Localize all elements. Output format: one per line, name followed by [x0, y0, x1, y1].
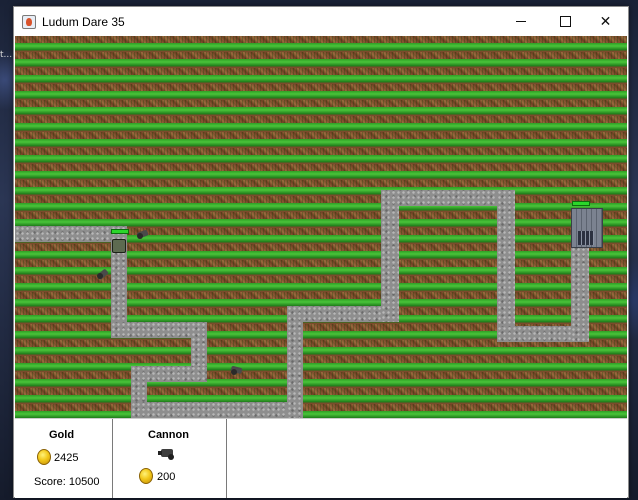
- cannon-shop-button[interactable]: Cannon 200: [113, 419, 227, 498]
- gold-panel: Gold 2425 Score: 10500: [15, 419, 113, 498]
- game-window: Ludum Dare 35 ✕ Gold 2425 Score: 10500 C…: [13, 6, 629, 498]
- minimize-button[interactable]: [498, 7, 543, 36]
- minimize-icon: [515, 21, 526, 22]
- cannon-label: Cannon: [148, 429, 189, 441]
- gold-label: Gold: [49, 429, 75, 441]
- path-segment: [381, 190, 515, 206]
- cannon-tower[interactable]: [95, 268, 111, 280]
- enemy-unit: [112, 239, 126, 253]
- path-segment: [287, 306, 303, 418]
- path-segment: [571, 242, 589, 342]
- window-title: Ludum Dare 35: [42, 14, 125, 29]
- close-icon: ✕: [599, 13, 612, 29]
- hud-panel: Gold 2425 Score: 10500 Cannon 200: [15, 418, 627, 498]
- title-bar[interactable]: Ludum Dare 35 ✕: [14, 7, 628, 36]
- maximize-button[interactable]: [543, 7, 588, 36]
- desktop-edge-text: t...: [0, 50, 13, 60]
- player-base-tower[interactable]: [571, 208, 603, 248]
- cannon-tower[interactable]: [229, 364, 245, 376]
- java-app-icon[interactable]: [22, 14, 36, 29]
- cannon-tower[interactable]: [135, 228, 151, 240]
- cannon-icon: [158, 449, 174, 460]
- path-segment: [497, 190, 515, 342]
- gold-amount: 2425: [54, 452, 79, 464]
- path-segment: [131, 402, 303, 418]
- maximize-icon: [560, 16, 571, 27]
- gold-coin-icon: [37, 449, 51, 465]
- score-text: Score: 10500: [34, 476, 100, 488]
- cannon-cost: 200: [157, 471, 176, 483]
- cost-coin-icon: [139, 468, 153, 484]
- enemy-health-bar: [111, 229, 129, 234]
- path-segment: [381, 190, 399, 322]
- base-health-bar: [572, 201, 590, 206]
- close-button[interactable]: ✕: [583, 7, 628, 36]
- game-map[interactable]: [15, 36, 627, 418]
